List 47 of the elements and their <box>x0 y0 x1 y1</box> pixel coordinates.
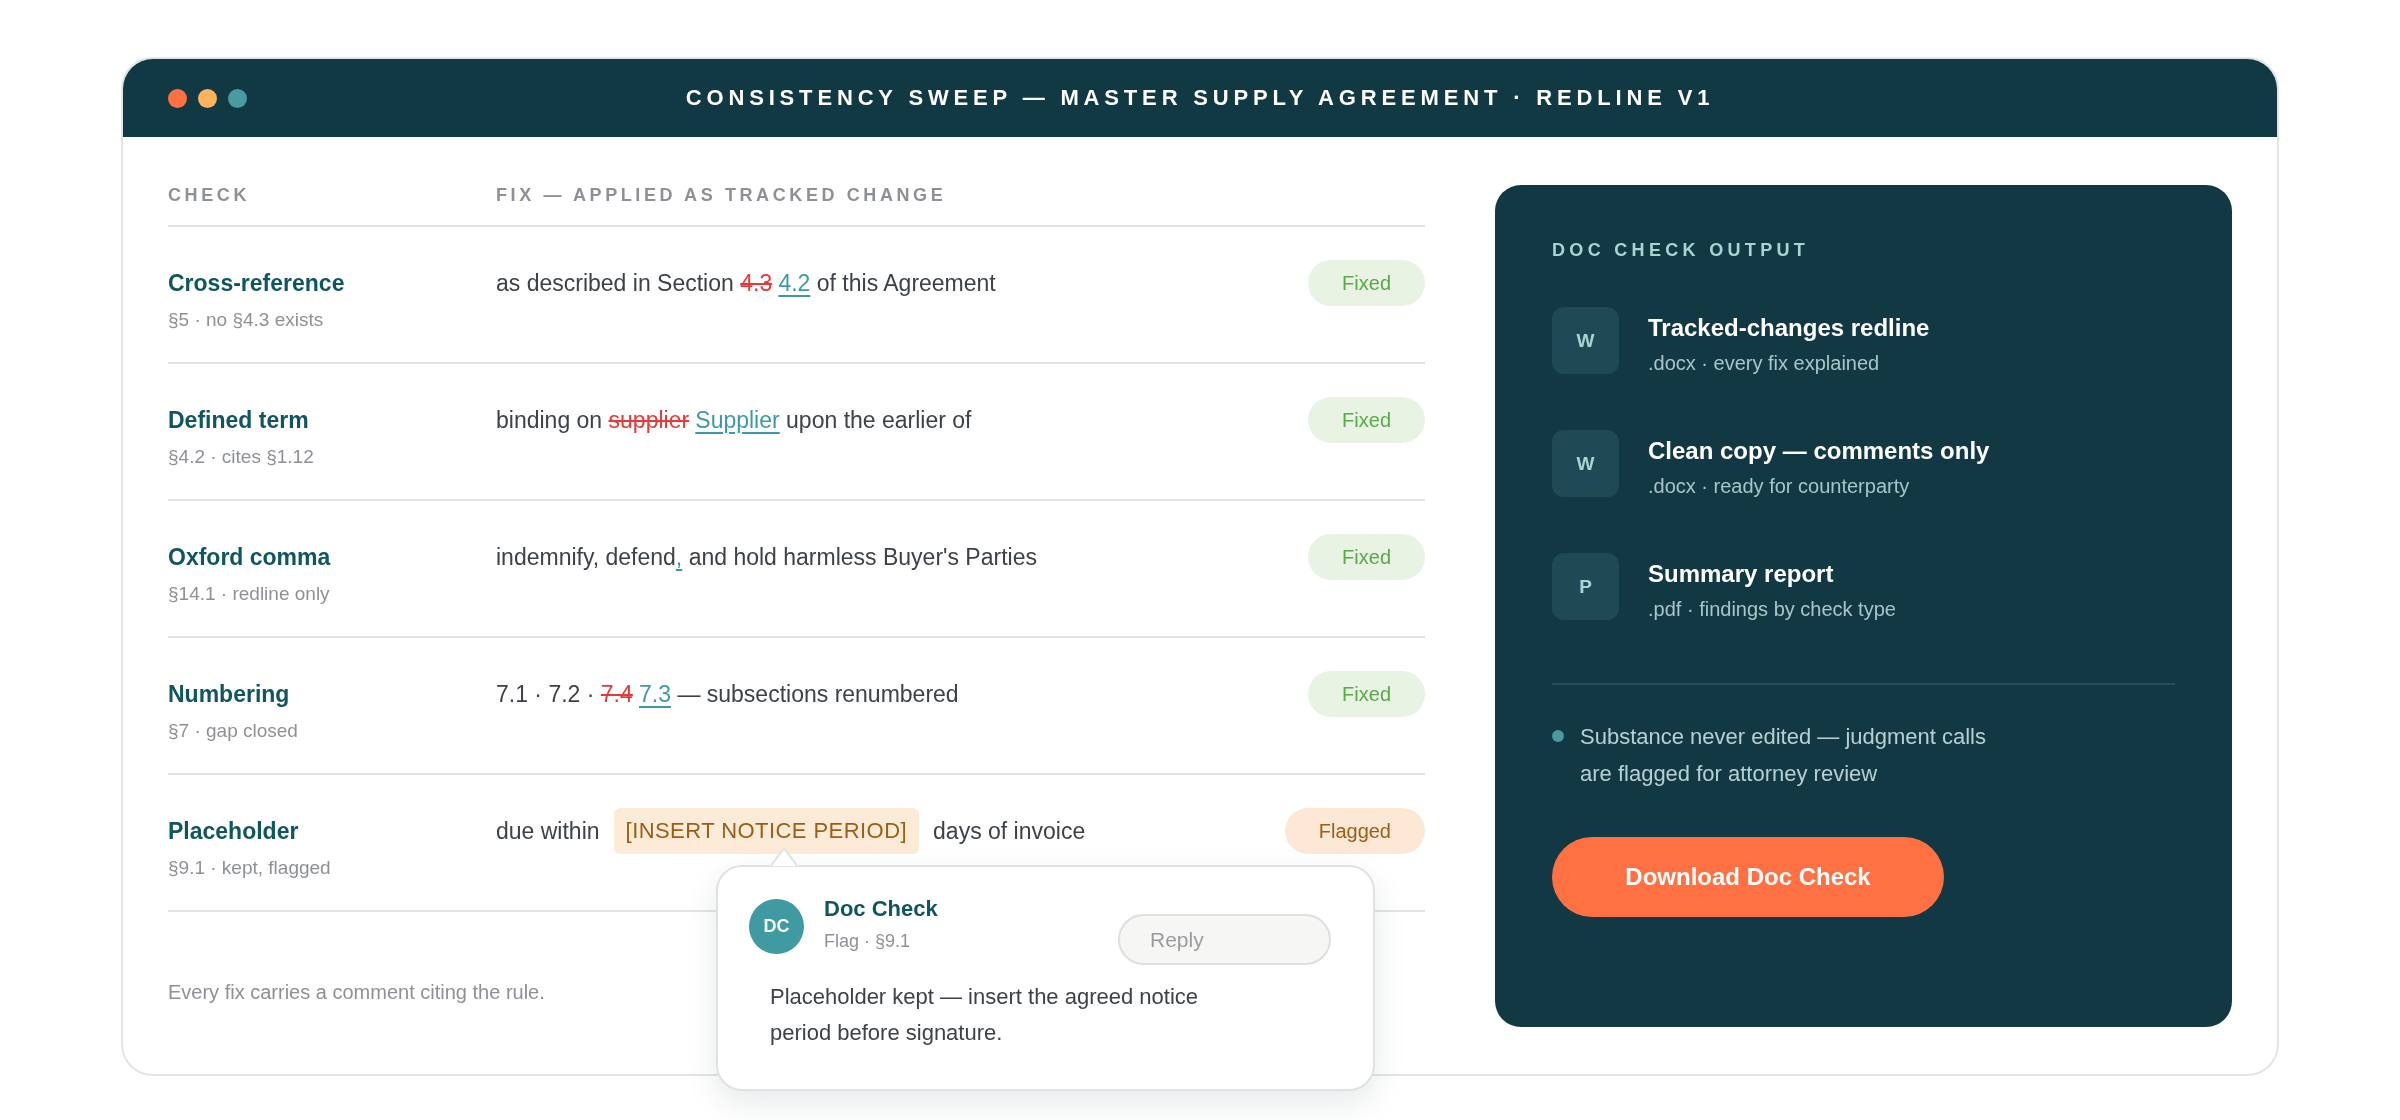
note-text: Substance never edited — judgment calls are flagged for attorney review <box>1580 723 1987 788</box>
comment-text: Placeholder kept — insert the agreed notice period before signature. <box>770 983 1200 1047</box>
fix-text: days of invoice <box>933 817 1086 846</box>
column-header: CHECK <box>168 185 251 205</box>
section-ref: §5 · no §4.3 exists <box>168 308 324 332</box>
status-badge: Flagged <box>1284 808 1425 854</box>
section-ref: §7 · gap closed <box>168 719 298 743</box>
section-ref: §14.1 · redline only <box>168 582 330 606</box>
file-detail: .pdf · findings by check type <box>1648 597 1896 622</box>
window-control-icon[interactable] <box>198 88 217 108</box>
fix-text: due within <box>496 817 600 846</box>
check-name: Defined term <box>168 406 309 435</box>
status-badge: Fixed <box>1308 671 1425 717</box>
comment-author: Doc Check <box>824 895 938 923</box>
download-button[interactable]: Download Doc Check <box>1552 837 1944 917</box>
placeholder-tag: [INSERT NOTICE PERIOD] <box>613 808 920 854</box>
window-control-icon[interactable] <box>228 88 247 108</box>
status-badge: Fixed <box>1308 397 1425 443</box>
window-control-icon[interactable] <box>168 88 187 108</box>
column-header: FIX — APPLIED AS TRACKED CHANGE <box>496 185 948 205</box>
section-ref: §9.1 · kept, flagged <box>168 856 331 880</box>
file-name: Tracked-changes redline <box>1648 313 1930 343</box>
check-name: Placeholder <box>168 817 299 846</box>
file-detail: .docx · ready for counterparty <box>1648 474 1910 499</box>
fix-text: as described in Section 4.3 4.2 of this Agreement <box>496 269 996 298</box>
file-detail: .docx · every fix explained <box>1648 351 1880 376</box>
footnote-text: Every fix carries a comment citing the rule. <box>168 980 545 1005</box>
reply-field[interactable]: Reply <box>1118 914 1331 965</box>
check-name: Cross-reference <box>168 269 345 298</box>
file-type-tile: W <box>1552 307 1619 374</box>
file-type-tile: W <box>1552 430 1619 497</box>
comment-meta: Flag · §9.1 <box>824 930 911 953</box>
file-type-tile: P <box>1552 553 1619 620</box>
section-ref: §4.2 · cites §1.12 <box>168 445 314 469</box>
check-name: Oxford comma <box>168 543 331 572</box>
file-name: Summary report <box>1648 559 1834 589</box>
avatar: DC <box>749 899 804 954</box>
panel-title: DOC CHECK OUTPUT <box>1552 239 1810 262</box>
status-badge: Fixed <box>1308 534 1425 580</box>
window-title: CONSISTENCY SWEEP — MASTER SUPPLY AGREEMENT · REDLINE V1 <box>685 85 1715 111</box>
bullet-dot-icon <box>1552 730 1564 742</box>
file-name: Clean copy — comments only <box>1648 436 1990 466</box>
fix-text: indemnify, defend, and hold harmless Buyer's Parties <box>496 543 1037 572</box>
check-name: Numbering <box>168 680 290 709</box>
status-badge: Fixed <box>1308 260 1425 306</box>
fix-text: 7.1 · 7.2 · 7.4 7.3 — subsections renumbered <box>496 680 959 709</box>
fix-text: binding on supplier Supplier upon the earlier of <box>496 406 972 435</box>
